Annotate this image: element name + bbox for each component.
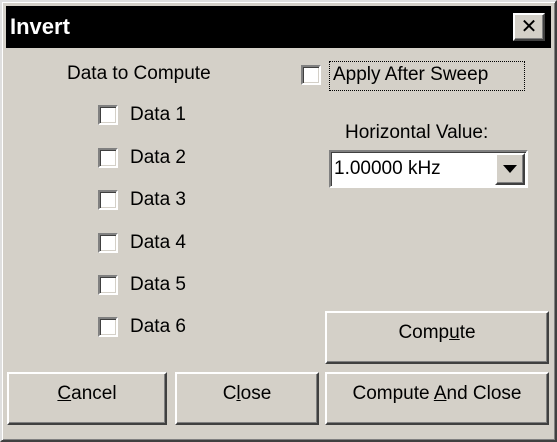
close-icon[interactable]: ✕: [513, 13, 545, 41]
data-4-checkbox[interactable]: [98, 233, 118, 253]
data-1-label[interactable]: Data 1: [130, 104, 186, 126]
close-button[interactable]: Close: [175, 372, 319, 425]
data-3-checkbox[interactable]: [98, 190, 118, 210]
title-bar[interactable]: Invert ✕: [6, 6, 551, 48]
data-3-label[interactable]: Data 3: [130, 189, 186, 211]
data-5-checkbox[interactable]: [98, 275, 118, 295]
horizontal-value-selected: 1.00000 kHz: [334, 158, 441, 179]
data-6-checkbox[interactable]: [98, 317, 118, 337]
apply-after-sweep-label[interactable]: Apply After Sweep: [333, 64, 488, 86]
window-title: Invert: [10, 14, 70, 39]
data-6-label[interactable]: Data 6: [130, 316, 186, 338]
compute-button[interactable]: Compute: [325, 311, 549, 364]
data-2-checkbox[interactable]: [98, 148, 118, 168]
chevron-down-icon[interactable]: [495, 153, 525, 185]
cancel-button[interactable]: Cancel: [7, 372, 167, 425]
horizontal-value-select[interactable]: 1.00000 kHz: [329, 150, 528, 188]
data-to-compute-heading: Data to Compute: [67, 63, 211, 84]
data-1-checkbox[interactable]: [98, 105, 118, 125]
data-4-label[interactable]: Data 4: [130, 232, 186, 254]
horizontal-value-label: Horizontal Value:: [345, 122, 489, 143]
compute-and-close-button[interactable]: Compute And Close: [325, 372, 549, 425]
data-2-label[interactable]: Data 2: [130, 147, 186, 169]
data-5-label[interactable]: Data 5: [130, 274, 186, 296]
apply-after-sweep-checkbox[interactable]: [301, 65, 321, 85]
